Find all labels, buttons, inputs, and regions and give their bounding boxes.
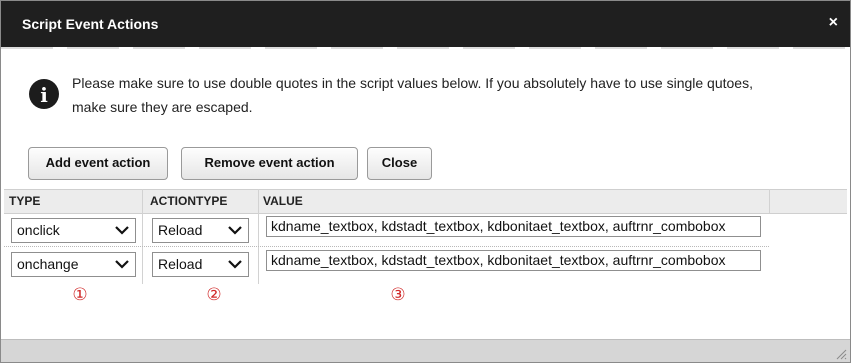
value-input[interactable]: kdname_textbox, kdstadt_textbox, kdbonit… <box>266 250 761 271</box>
type-select-value: onchange <box>17 256 79 272</box>
dialog-title: Script Event Actions <box>22 16 159 32</box>
column-header-value[interactable]: VALUE <box>263 194 303 208</box>
column-divider <box>769 189 770 213</box>
table-row[interactable]: onclick Reload kdname_textbox, kdstadt_t… <box>4 213 769 246</box>
info-icon-glyph: i <box>40 83 48 107</box>
type-select[interactable]: onclick <box>11 218 136 243</box>
actiontype-select-value: Reload <box>158 256 203 272</box>
event-actions-grid: TYPE ACTIONTYPE VALUE onclick Reload kdn… <box>4 189 847 339</box>
script-event-actions-dialog: Script Event Actions × i Please make sur… <box>0 0 851 363</box>
table-row[interactable]: onchange Reload kdname_textbox, kdstadt_… <box>4 247 769 280</box>
annotation-marker-1: ① <box>72 285 88 305</box>
annotation-marker-2: ② <box>206 285 222 305</box>
chevron-down-icon <box>115 260 129 269</box>
chevron-down-icon <box>228 226 242 235</box>
actiontype-select[interactable]: Reload <box>152 252 249 277</box>
column-header-type[interactable]: TYPE <box>9 194 40 208</box>
resize-grip-icon[interactable] <box>835 348 847 360</box>
grid-header: TYPE ACTIONTYPE VALUE <box>4 189 847 214</box>
remove-event-action-button[interactable]: Remove event action <box>181 147 358 180</box>
value-input-text: kdname_textbox, kdstadt_textbox, kdbonit… <box>271 252 726 268</box>
info-icon: i <box>29 79 59 109</box>
type-select-value: onclick <box>17 222 60 238</box>
value-input-text: kdname_textbox, kdstadt_textbox, kdbonit… <box>271 218 726 234</box>
column-header-actiontype[interactable]: ACTIONTYPE <box>150 194 227 208</box>
title-divider <box>1 47 850 49</box>
chevron-down-icon <box>228 260 242 269</box>
actiontype-select-value: Reload <box>158 222 203 238</box>
annotation-marker-3: ③ <box>390 285 406 305</box>
type-select[interactable]: onchange <box>11 252 136 277</box>
title-bar[interactable]: Script Event Actions × <box>1 1 850 47</box>
value-input[interactable]: kdname_textbox, kdstadt_textbox, kdbonit… <box>266 216 761 237</box>
info-line-2: make sure they are escaped. <box>72 99 253 115</box>
chevron-down-icon <box>115 226 129 235</box>
dialog-footer <box>1 339 850 362</box>
info-line-1: Please make sure to use double quotes in… <box>72 75 753 91</box>
add-event-action-button[interactable]: Add event action <box>28 147 168 180</box>
actiontype-select[interactable]: Reload <box>152 218 249 243</box>
close-icon[interactable]: × <box>829 14 838 32</box>
info-text: Please make sure to use double quotes in… <box>72 71 832 119</box>
close-button[interactable]: Close <box>367 147 432 180</box>
